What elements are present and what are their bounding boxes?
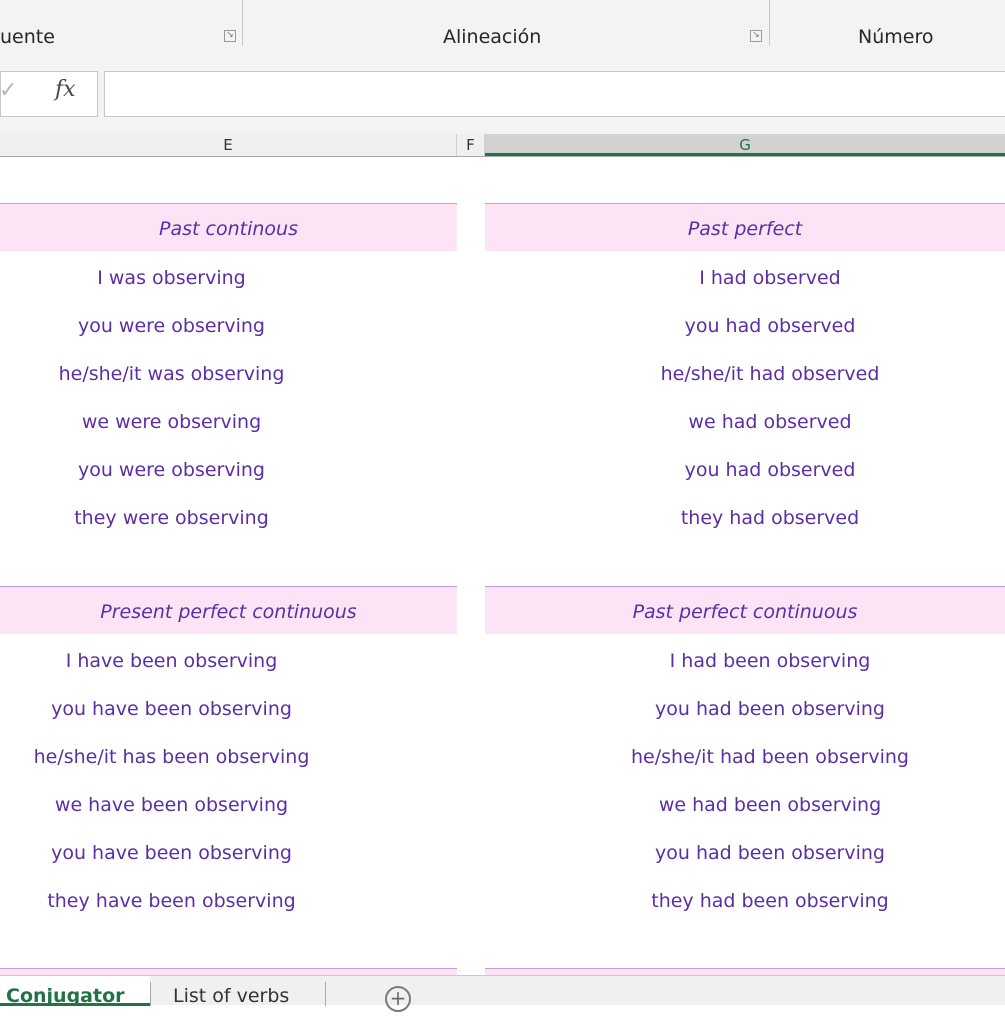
table-cell[interactable]: you were observing — [0, 302, 343, 350]
enter-check-icon[interactable]: ✓ — [0, 78, 17, 103]
section-header-partial — [0, 968, 457, 975]
table-cell[interactable]: you had observed — [485, 302, 1005, 350]
column-header-f[interactable]: F — [457, 134, 485, 156]
column-headers: E F G — [0, 134, 1005, 157]
table-cell[interactable]: you were observing — [0, 446, 343, 494]
table-cell[interactable]: we had observed — [485, 398, 1005, 446]
table-cell[interactable]: I had observed — [485, 254, 1005, 302]
ribbon-group-font-label: uente — [0, 26, 55, 48]
add-sheet-icon[interactable]: + — [385, 986, 411, 1012]
ribbon-divider — [769, 0, 770, 46]
table-cell[interactable]: you had been observing — [485, 829, 1005, 877]
section-header-partial — [485, 968, 1005, 975]
table-cell[interactable]: they had observed — [485, 494, 1005, 542]
sheet-tab-bar: Conjugator List of verbs + — [0, 975, 1005, 1012]
table-cell[interactable]: I had been observing — [485, 637, 1005, 685]
table-cell[interactable]: we had been observing — [485, 781, 1005, 829]
table-cell[interactable]: we have been observing — [0, 781, 343, 829]
formula-bar: ✓ fx — [0, 52, 1005, 134]
table-cell[interactable]: you have been observing — [0, 685, 343, 733]
alignment-dialog-launcher-icon[interactable]: ↘ — [750, 30, 762, 42]
ribbon-divider — [242, 0, 243, 46]
formula-input[interactable] — [104, 71, 1005, 117]
table-cell[interactable]: he/she/it had observed — [485, 350, 1005, 398]
section-header-past-perfect[interactable]: Past perfect — [485, 203, 1005, 251]
table-cell[interactable]: you had been observing — [485, 685, 1005, 733]
table-cell[interactable]: they were observing — [0, 494, 343, 542]
font-dialog-launcher-icon[interactable]: ↘ — [224, 30, 236, 42]
table-cell[interactable]: he/she/it had been observing — [485, 733, 1005, 781]
column-header-g[interactable]: G — [485, 134, 1005, 156]
table-cell[interactable]: you had observed — [485, 446, 1005, 494]
ribbon-group-number-label: Número — [858, 26, 934, 48]
sheet-tab-list-of-verbs[interactable]: List of verbs — [151, 976, 325, 1007]
table-cell[interactable]: we were observing — [0, 398, 343, 446]
column-header-e[interactable]: E — [0, 134, 457, 156]
section-header-past-perfect-continuous[interactable]: Past perfect continuous — [485, 586, 1005, 634]
tab-divider — [325, 982, 326, 1006]
table-cell[interactable]: they have been observing — [0, 877, 343, 925]
insert-function-icon[interactable]: fx — [55, 77, 76, 102]
ribbon: uente ↘ Alineación ↘ Número — [0, 0, 1005, 53]
table-cell[interactable]: they had been observing — [485, 877, 1005, 925]
section-header-past-continuous[interactable]: Past continous — [0, 203, 457, 251]
table-cell[interactable]: I was observing — [0, 254, 343, 302]
ribbon-group-alignment-label: Alineación — [443, 26, 542, 48]
worksheet-grid: Past continous I was observing you were … — [0, 157, 1005, 975]
sheet-tab-conjugator[interactable]: Conjugator — [0, 976, 150, 1007]
table-cell[interactable]: he/she/it was observing — [0, 350, 343, 398]
table-cell[interactable]: you have been observing — [0, 829, 343, 877]
section-header-present-perfect-continuous[interactable]: Present perfect continuous — [0, 586, 457, 634]
formula-buttons: ✓ fx — [0, 71, 98, 117]
table-cell[interactable]: he/she/it has been observing — [0, 733, 343, 781]
table-cell[interactable]: I have been observing — [0, 637, 343, 685]
